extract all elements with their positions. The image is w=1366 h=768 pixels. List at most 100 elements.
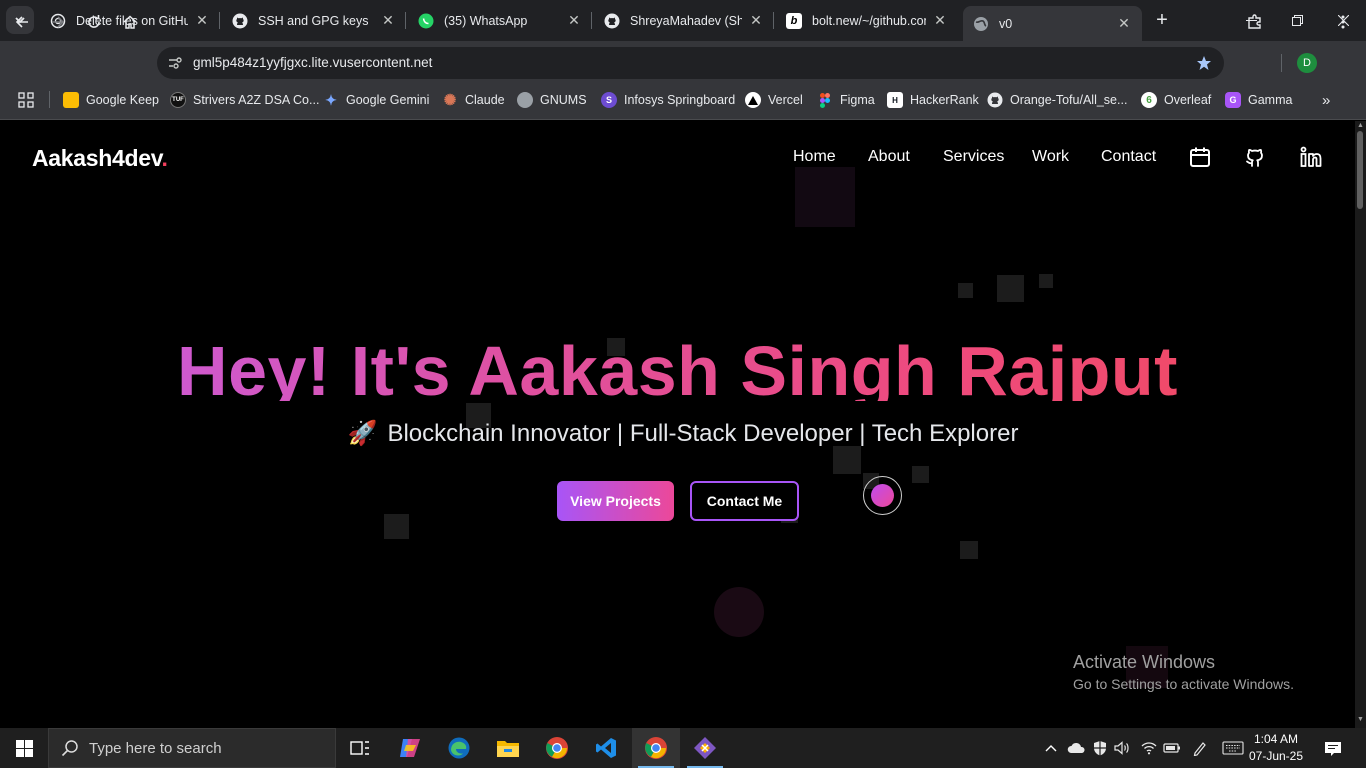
bookmark-gnums[interactable]: GNUMS: [517, 85, 587, 115]
bookmark-star-icon[interactable]: [1192, 51, 1216, 75]
tab-title: ShreyaMahadev (Shreya): [630, 13, 742, 28]
tray-overflow-icon[interactable]: [1041, 738, 1061, 758]
view-projects-button[interactable]: View Projects: [557, 481, 674, 521]
bookmark-strivers[interactable]: TUF Strivers A2Z DSA Co...: [170, 85, 319, 115]
background-square: [997, 275, 1024, 302]
hero-title: Hey! It's Aakash Singh Rajput: [0, 329, 1355, 401]
keyboard-icon[interactable]: [1221, 738, 1245, 758]
hero-subtitle: 🚀 Blockchain Innovator | Full-Stack Devel…: [0, 419, 1355, 448]
close-icon[interactable]: ✕: [1116, 15, 1132, 32]
notifications-icon[interactable]: [1322, 738, 1344, 760]
taskbar-git-app[interactable]: [681, 728, 729, 768]
home-button[interactable]: [116, 8, 144, 36]
chrome-icon: [546, 737, 568, 759]
battery-icon[interactable]: [1162, 738, 1182, 758]
close-icon[interactable]: ✕: [380, 12, 396, 29]
calendar-icon[interactable]: [1187, 144, 1213, 170]
background-square: [912, 466, 929, 483]
task-view-icon: [350, 741, 369, 755]
task-view-button[interactable]: [336, 728, 384, 768]
github-icon: [232, 13, 248, 29]
taskbar-vscode[interactable]: [582, 728, 630, 768]
security-icon[interactable]: [1090, 738, 1110, 758]
close-icon[interactable]: ✕: [748, 12, 764, 29]
taskbar-edge[interactable]: [435, 728, 483, 768]
close-icon[interactable]: ✕: [932, 12, 948, 29]
tab-separator: [591, 12, 592, 29]
bookmark-hackerrank[interactable]: H HackerRank: [887, 85, 979, 115]
github-icon: [604, 13, 620, 29]
custom-cursor-dot: [871, 484, 894, 507]
back-button[interactable]: [8, 8, 36, 36]
scroll-down-icon[interactable]: ▼: [1356, 716, 1365, 724]
bookmark-figma[interactable]: Figma: [817, 85, 875, 115]
taskbar-copilot[interactable]: [386, 728, 434, 768]
new-tab-button[interactable]: +: [1150, 8, 1174, 32]
pen-icon[interactable]: [1190, 738, 1210, 758]
system-clock[interactable]: 1:04 AM 07-Jun-25: [1248, 731, 1304, 765]
onedrive-icon[interactable]: [1066, 738, 1086, 758]
nav-contact[interactable]: Contact: [1101, 148, 1156, 166]
bookmark-label: HackerRank: [910, 93, 979, 107]
taskbar-chrome[interactable]: [533, 728, 581, 768]
extensions-button[interactable]: [1241, 8, 1269, 36]
hero-subtitle-text: Blockchain Innovator | Full-Stack Develo…: [387, 420, 1019, 447]
scrollbar-thumb[interactable]: [1357, 131, 1363, 209]
tab-shreyamahadev[interactable]: ShreyaMahadev (Shreya) ✕: [594, 0, 774, 41]
scroll-up-icon[interactable]: ▲: [1356, 122, 1365, 130]
reload-button[interactable]: [80, 8, 108, 36]
restore-button[interactable]: [1274, 0, 1320, 41]
tab-ssh-gpg[interactable]: SSH and GPG keys ✕: [222, 0, 406, 41]
strivers-icon: TUF: [170, 92, 186, 108]
bookmark-claude[interactable]: ✺ Claude: [442, 85, 505, 115]
forward-button[interactable]: [44, 8, 72, 36]
bookmark-infosys[interactable]: S Infosys Springboard: [601, 85, 735, 115]
bookmark-orange-tofu[interactable]: Orange-Tofu/All_se...: [987, 85, 1127, 115]
nav-home[interactable]: Home: [793, 148, 836, 166]
bookmark-gamma[interactable]: G Gamma: [1225, 85, 1292, 115]
url-text[interactable]: gml5p484z1yyfjgxc.lite.vusercontent.net: [193, 55, 432, 70]
contact-me-button[interactable]: Contact Me: [690, 481, 799, 521]
tab-v0[interactable]: v0 ✕: [963, 6, 1142, 41]
bookmark-label: GNUMS: [540, 93, 587, 107]
nav-about[interactable]: About: [868, 148, 910, 166]
tab-whatsapp[interactable]: (35) WhatsApp ✕: [408, 0, 592, 41]
apps-button[interactable]: [18, 85, 34, 115]
taskbar-search-box[interactable]: Type here to search: [48, 728, 336, 768]
taskbar-file-explorer[interactable]: [484, 728, 532, 768]
tab-bolt[interactable]: b bolt.new/~/github.com ✕: [776, 0, 958, 41]
profile-avatar[interactable]: D: [1297, 53, 1317, 73]
close-icon[interactable]: ✕: [194, 12, 210, 29]
wifi-icon[interactable]: [1139, 738, 1159, 758]
chrome-menu-button[interactable]: [1329, 8, 1357, 36]
activate-windows-watermark: Activate Windows Go to Settings to activ…: [1073, 652, 1294, 692]
background-square: [833, 446, 861, 474]
figma-icon: [817, 92, 833, 108]
github-icon[interactable]: [1242, 144, 1268, 170]
nav-services[interactable]: Services: [943, 148, 1004, 166]
more-bookmarks-button[interactable]: »: [1322, 85, 1330, 115]
tab-title: bolt.new/~/github.com: [812, 13, 926, 28]
tab-title: (35) WhatsApp: [444, 13, 528, 28]
close-icon[interactable]: ✕: [566, 12, 582, 29]
vercel-icon: [745, 92, 761, 108]
start-button[interactable]: [0, 728, 48, 768]
globe-icon: [517, 92, 533, 108]
volume-icon[interactable]: [1112, 738, 1132, 758]
nav-work[interactable]: Work: [1032, 148, 1069, 166]
page-scrollbar[interactable]: [1355, 121, 1366, 728]
taskbar-chrome-active[interactable]: [632, 728, 680, 768]
site-info-icon[interactable]: [165, 53, 185, 73]
bookmark-vercel[interactable]: Vercel: [745, 85, 803, 115]
background-square: [795, 167, 855, 227]
bookmark-gemini[interactable]: ✦ Google Gemini: [323, 85, 429, 115]
gamma-icon: G: [1225, 92, 1241, 108]
edge-icon: [448, 737, 470, 759]
tab-separator: [773, 12, 774, 29]
linkedin-icon[interactable]: [1298, 144, 1324, 170]
home-icon: [123, 15, 137, 29]
bookmark-google-keep[interactable]: Google Keep: [63, 85, 159, 115]
site-logo[interactable]: Aakash4dev.: [32, 145, 168, 172]
bookmark-overleaf[interactable]: 6 Overleaf: [1141, 85, 1211, 115]
github-icon: [987, 92, 1003, 108]
